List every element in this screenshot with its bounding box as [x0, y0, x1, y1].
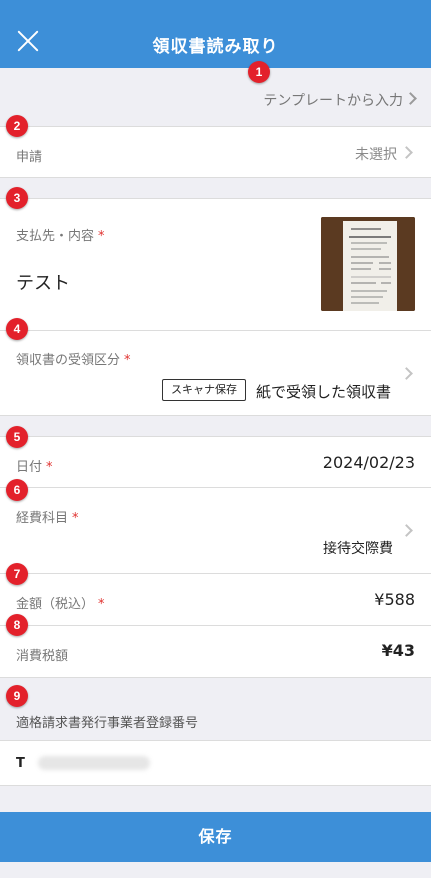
- payee-label-wrap: 支払先・内容 *: [16, 225, 105, 244]
- date-label: 日付: [16, 460, 43, 475]
- receipt-type-value: 紙で受領した領収書: [256, 383, 392, 401]
- application-label: 申請: [16, 150, 43, 165]
- invoice-registration-header: 適格請求書発行事業者登録番号: [0, 678, 431, 740]
- annotation-badge: 8: [6, 614, 28, 636]
- page-title: 領収書読み取り: [152, 37, 279, 57]
- amount-label: 金額（税込）: [16, 597, 95, 612]
- annotation-badge: 9: [6, 685, 28, 707]
- template-link-label: テンプレートから入力: [263, 93, 403, 109]
- payee-label: 支払先・内容: [16, 229, 95, 244]
- expense-category-value: 接待交際費: [323, 541, 393, 557]
- date-label-wrap: 日付 *: [16, 456, 53, 475]
- date-row[interactable]: 日付 * 2024/02/23: [0, 436, 431, 488]
- invoice-prefix: T: [16, 756, 25, 771]
- tax-value: ¥43: [381, 641, 415, 660]
- save-button[interactable]: 保存: [0, 812, 431, 862]
- chevron-right-icon: [400, 367, 413, 380]
- date-value: 2024/02/23: [322, 453, 415, 472]
- chevron-right-icon: [400, 524, 413, 537]
- required-mark: *: [124, 353, 131, 368]
- annotation-badge: 3: [6, 187, 28, 209]
- expense-category-label-wrap: 経費科目 *: [16, 507, 79, 526]
- annotation-badge: 5: [6, 426, 28, 448]
- amount-value: ¥588: [374, 590, 415, 609]
- chevron-right-icon: [400, 146, 413, 159]
- receipt-type-row[interactable]: 領収書の受領区分 * 紙で受領した領収書: [0, 330, 431, 416]
- required-mark: *: [46, 460, 53, 475]
- annotation-badge: 1: [248, 61, 270, 83]
- annotation-badge: 2: [6, 115, 28, 137]
- amount-label-wrap: 金額（税込） *: [16, 593, 105, 612]
- annotation-badge: 7: [6, 563, 28, 585]
- payee-value: テスト: [16, 273, 70, 294]
- annotation-badge: 6: [6, 479, 28, 501]
- application-value: 未選択: [355, 147, 397, 163]
- required-mark: *: [98, 229, 105, 244]
- amount-row[interactable]: 金額（税込） * ¥588: [0, 574, 431, 626]
- expense-category-label: 経費科目: [16, 511, 69, 526]
- invoice-registration-label: 適格請求書発行事業者登録番号: [16, 716, 199, 731]
- receipt-image-thumbnail[interactable]: [321, 217, 415, 311]
- redacted-registration-number: [38, 756, 150, 770]
- required-mark: *: [72, 511, 79, 526]
- expense-category-row[interactable]: 経費科目 * 接待交際費: [0, 488, 431, 574]
- receipt-type-label: 領収書の受領区分: [16, 353, 121, 368]
- receipt-photo-icon: [321, 217, 415, 311]
- annotation-badge: 4: [6, 318, 28, 340]
- scanner-save-tag: スキャナ保存: [162, 379, 246, 401]
- chevron-right-icon: [404, 92, 417, 105]
- template-link-row[interactable]: テンプレートから入力: [0, 68, 431, 126]
- required-mark: *: [98, 597, 105, 612]
- application-row[interactable]: 申請 未選択: [0, 126, 431, 178]
- app-header: 領収書読み取り: [0, 0, 431, 68]
- tax-row[interactable]: 消費税額 ¥43: [0, 626, 431, 678]
- receipt-type-label-wrap: 領収書の受領区分 *: [16, 349, 131, 368]
- tax-label: 消費税額: [16, 649, 69, 664]
